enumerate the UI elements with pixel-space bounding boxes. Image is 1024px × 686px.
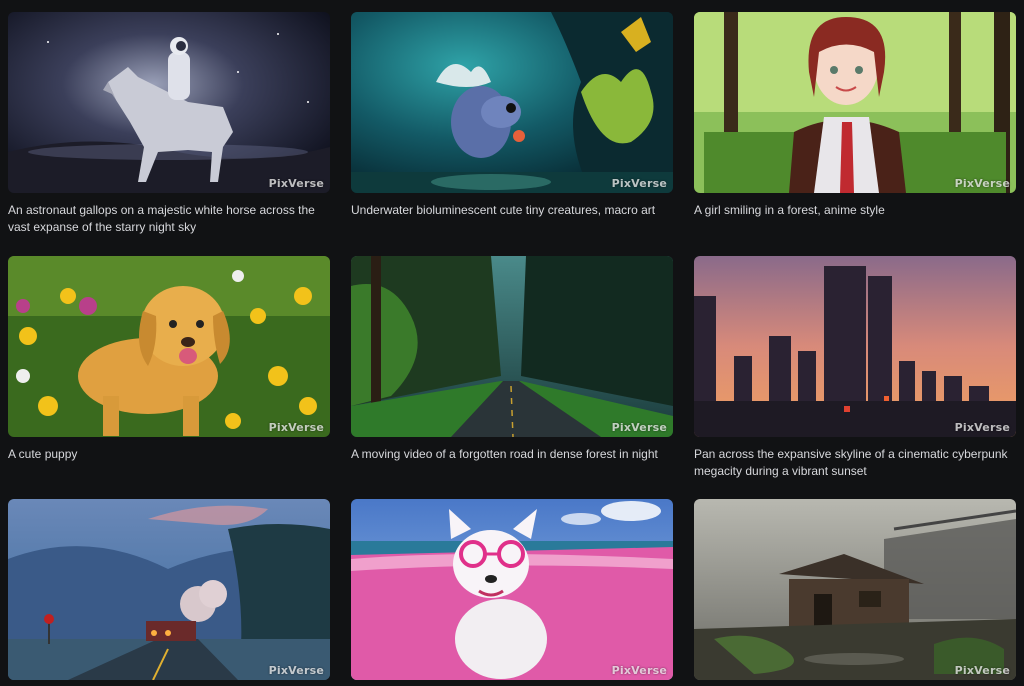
gallery-card[interactable]: PixVerse An astronaut gallops on a majes… (8, 12, 330, 236)
gallery-card[interactable]: PixVerse A moving video of a forgotten r… (351, 256, 673, 463)
card-caption: Pan across the expansive skyline of a ci… (694, 447, 1008, 478)
pixverse-watermark: PixVerse (954, 421, 1010, 434)
thumbnail-city-skyline[interactable]: PixVerse (694, 256, 1016, 437)
thumbnail-anime-girl-forest[interactable]: PixVerse (694, 12, 1016, 193)
thumbnail-forest-road[interactable]: PixVerse (351, 256, 673, 437)
gallery-card[interactable]: PixVerse Underwater bioluminescent cute … (351, 12, 673, 219)
thumbnail-astronaut-horse[interactable]: PixVerse (8, 12, 330, 193)
pixverse-watermark: PixVerse (611, 664, 667, 677)
thumbnail-ruined-hut[interactable]: PixVerse (694, 499, 1016, 680)
card-caption: A girl smiling in a forest, anime style (694, 203, 885, 217)
card-caption: A cute puppy (8, 447, 78, 461)
thumbnail-puppy-flowers[interactable]: PixVerse (8, 256, 330, 437)
pixverse-watermark: PixVerse (268, 177, 324, 190)
thumbnail-road-truck[interactable]: PixVerse (8, 499, 330, 680)
gallery-card[interactable]: PixVerse Pan across the expansive skylin… (694, 256, 1016, 480)
card-caption: An astronaut gallops on a majestic white… (8, 203, 315, 234)
pixverse-watermark: PixVerse (611, 177, 667, 190)
card-caption: A moving video of a forgotten road in de… (351, 447, 658, 461)
video-gallery-grid: PixVerse An astronaut gallops on a majes… (0, 0, 1024, 686)
pixverse-watermark: PixVerse (268, 421, 324, 434)
pixverse-watermark: PixVerse (954, 664, 1010, 677)
pixverse-watermark: PixVerse (268, 664, 324, 677)
gallery-card[interactable]: PixVerse (351, 499, 673, 686)
gallery-card[interactable]: PixVerse (8, 499, 330, 686)
thumbnail-underwater-creature[interactable]: PixVerse (351, 12, 673, 193)
gallery-card[interactable]: PixVerse (694, 499, 1016, 686)
card-caption: Underwater bioluminescent cute tiny crea… (351, 203, 656, 217)
gallery-card[interactable]: PixVerse A cute puppy (8, 256, 330, 463)
thumbnail-pink-beach-dog[interactable]: PixVerse (351, 499, 673, 680)
pixverse-watermark: PixVerse (954, 177, 1010, 190)
gallery-card[interactable]: PixVerse A girl smiling in a forest, ani… (694, 12, 1016, 219)
pixverse-watermark: PixVerse (611, 421, 667, 434)
